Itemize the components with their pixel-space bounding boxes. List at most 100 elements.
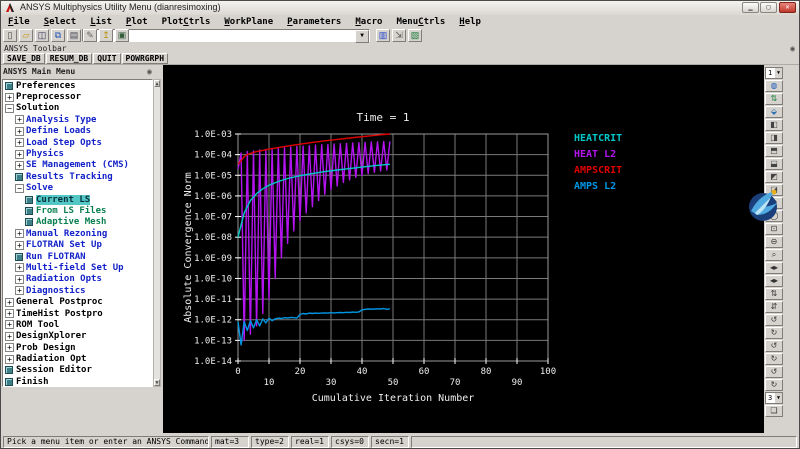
tree-expand-icon[interactable]: + [15, 160, 24, 170]
pan-up-icon[interactable]: ⇅ [765, 288, 783, 300]
title-bar[interactable]: ANSYS Multiphysics Utility Menu (dianres… [1, 1, 799, 16]
tree-expand-icon[interactable]: + [5, 297, 14, 307]
tree-expand-icon[interactable]: + [5, 354, 14, 364]
fit-view-icon[interactable]: ❏ [765, 405, 783, 417]
toolbar-button-powrgrph[interactable]: POWRGRPH [121, 53, 169, 64]
pan-right-icon[interactable]: ◂▸ [765, 275, 783, 287]
main-menu-pin-icon[interactable]: ◉ [147, 67, 152, 76]
rotate-y-plus-icon[interactable]: ↺ [765, 340, 783, 352]
scroll-up-icon[interactable]: ▲ [154, 80, 160, 87]
tree-collapse-icon[interactable]: − [5, 103, 14, 113]
context-dropdown[interactable]: 1 ▼ [765, 67, 783, 79]
graphics-window[interactable]: Time = 1 1.0E-03 1.0E-04 1.0E-05 1.0E-06 1.0E… [163, 65, 764, 433]
tree-expand-icon[interactable]: + [5, 92, 14, 102]
rotate-z-minus-icon[interactable]: ↻ [765, 379, 783, 391]
back-view-icon[interactable]: ◨ [765, 132, 783, 144]
tree-item-prob-design[interactable]: + Prob Design [3, 342, 152, 353]
menu-macro[interactable]: Macro [348, 17, 389, 27]
tree-item-multi-field-set-up[interactable]: + Multi-field Set Up [3, 262, 152, 273]
tree-item-diagnostics[interactable]: + Diagnostics [3, 285, 152, 296]
minimize-button[interactable]: ▁ [742, 2, 759, 13]
menu-parameters[interactable]: Parameters [280, 17, 348, 27]
tree-expand-icon[interactable]: + [5, 331, 14, 341]
raise-hidden-icon[interactable]: ▥ [376, 29, 390, 42]
tree-item-solve[interactable]: − Solve [3, 183, 152, 194]
tree-expand-icon[interactable]: + [15, 286, 24, 296]
tree-expand-icon[interactable]: + [15, 274, 24, 284]
tree-expand-icon[interactable]: + [15, 240, 24, 250]
tree-item-from-ls-files[interactable]: From LS Files [3, 205, 152, 216]
image-icon[interactable]: ▣ [115, 29, 129, 42]
menu-plotctrls[interactable]: PlotCtrls [155, 17, 218, 27]
tree-scrollbar[interactable]: ▲ ▼ [153, 79, 161, 387]
tree-expand-icon[interactable]: + [15, 126, 24, 136]
tree-item-run-flotran[interactable]: Run FLOTRAN [3, 251, 152, 262]
tree-item-designxplorer[interactable]: + DesignXplorer [3, 331, 152, 342]
tree-item-results-tracking[interactable]: Results Tracking [3, 171, 152, 182]
menu-list[interactable]: List [83, 17, 119, 27]
menu-workplane[interactable]: WorkPlane [217, 17, 280, 27]
maximize-button[interactable]: ▢ [760, 2, 777, 13]
tree-item-load-step-opts[interactable]: + Load Step Opts [3, 137, 152, 148]
tree-item-adaptive-mesh[interactable]: Adaptive Mesh [3, 217, 152, 228]
menu-help[interactable]: Help [452, 17, 488, 27]
rotate-x-plus-icon[interactable]: ↺ [765, 314, 783, 326]
tree-expand-icon[interactable]: + [15, 138, 24, 148]
bottom-view-icon[interactable]: ⬓ [765, 158, 783, 170]
tree-expand-icon[interactable]: + [15, 229, 24, 239]
dynamic-rotate-icon[interactable]: ◍ [765, 80, 783, 92]
toolbar-button-quit[interactable]: QUIT [93, 53, 121, 64]
tree-item-rom-tool[interactable]: + ROM Tool [3, 319, 152, 330]
tree-collapse-icon[interactable]: − [15, 183, 24, 193]
print-icon[interactable]: ▤ [67, 29, 81, 42]
toolbar-button-save_db[interactable]: SAVE_DB [3, 53, 45, 64]
pen-icon[interactable]: ✎ [83, 29, 97, 42]
front-view-icon[interactable]: ◧ [765, 119, 783, 131]
tree-item-radiation-opts[interactable]: + Radiation Opts [3, 274, 152, 285]
tree-item-radiation-opt[interactable]: + Radiation Opt [3, 353, 152, 364]
reset-picking-icon[interactable]: ⇲ [392, 29, 406, 42]
tree-expand-icon[interactable]: + [15, 263, 24, 273]
menu-plot[interactable]: Plot [119, 17, 155, 27]
tree-expand-icon[interactable]: + [5, 320, 14, 330]
left-view-icon[interactable]: ◩ [765, 171, 783, 183]
tree-item-define-loads[interactable]: + Define Loads [3, 126, 152, 137]
tree-expand-icon[interactable]: + [5, 343, 14, 353]
open-file-icon[interactable]: ▱ [19, 29, 33, 42]
copy-icon[interactable]: ⧉ [51, 29, 65, 42]
top-view-icon[interactable]: ⬒ [765, 145, 783, 157]
tree-expand-icon[interactable]: + [15, 149, 24, 159]
menu-file[interactable]: File [1, 17, 37, 27]
scroll-down-icon[interactable]: ▼ [154, 379, 160, 386]
menu-menuctrls[interactable]: MenuCtrls [389, 17, 452, 27]
toolbar-pin-icon[interactable]: ◉ [790, 44, 795, 53]
tree-item-preprocessor[interactable]: + Preprocessor [3, 91, 152, 102]
tree-item-current-ls[interactable]: Current LS [3, 194, 152, 205]
rate-dropdown[interactable]: 3 ▼ [765, 392, 783, 404]
tree-item-preferences[interactable]: Preferences [3, 80, 152, 91]
contact-manager-icon[interactable]: ▧ [408, 29, 422, 42]
rotate-x-minus-icon[interactable]: ↻ [765, 327, 783, 339]
iso-view-icon[interactable]: ⬙ [765, 106, 783, 118]
menu-select[interactable]: Select [37, 17, 84, 27]
close-button[interactable]: ✕ [779, 2, 796, 13]
tree-item-general-postproc[interactable]: + General Postproc [3, 296, 152, 307]
tree-item-se-management-cms-[interactable]: + SE Management (CMS) [3, 160, 152, 171]
up-arrow-icon[interactable]: ↥ [99, 29, 113, 42]
tree-item-flotran-set-up[interactable]: + FLOTRAN Set Up [3, 239, 152, 250]
toolbar-button-resum_db[interactable]: RESUM_DB [45, 53, 93, 64]
tree-item-timehist-postpro[interactable]: + TimeHist Postpro [3, 308, 152, 319]
pan-left-icon[interactable]: ◂▸ [765, 262, 783, 274]
zoom-out-icon[interactable]: ⊖ [765, 236, 783, 248]
tree-item-finish[interactable]: Finish [3, 376, 152, 386]
command-dropdown-icon[interactable]: ▼ [355, 30, 369, 43]
pan-down-icon[interactable]: ⇵ [765, 301, 783, 313]
tree-expand-icon[interactable]: + [5, 309, 14, 318]
new-file-icon[interactable]: ▯ [3, 29, 17, 42]
rotate-z-plus-icon[interactable]: ↺ [765, 366, 783, 378]
save-icon[interactable]: ◫ [35, 29, 49, 42]
model-refresh-icon[interactable]: ⇅ [765, 93, 783, 105]
zoom-back-icon[interactable]: ⌕ [765, 249, 783, 261]
tree-item-session-editor[interactable]: Session Editor [3, 365, 152, 376]
tree-expand-icon[interactable]: + [15, 115, 24, 125]
